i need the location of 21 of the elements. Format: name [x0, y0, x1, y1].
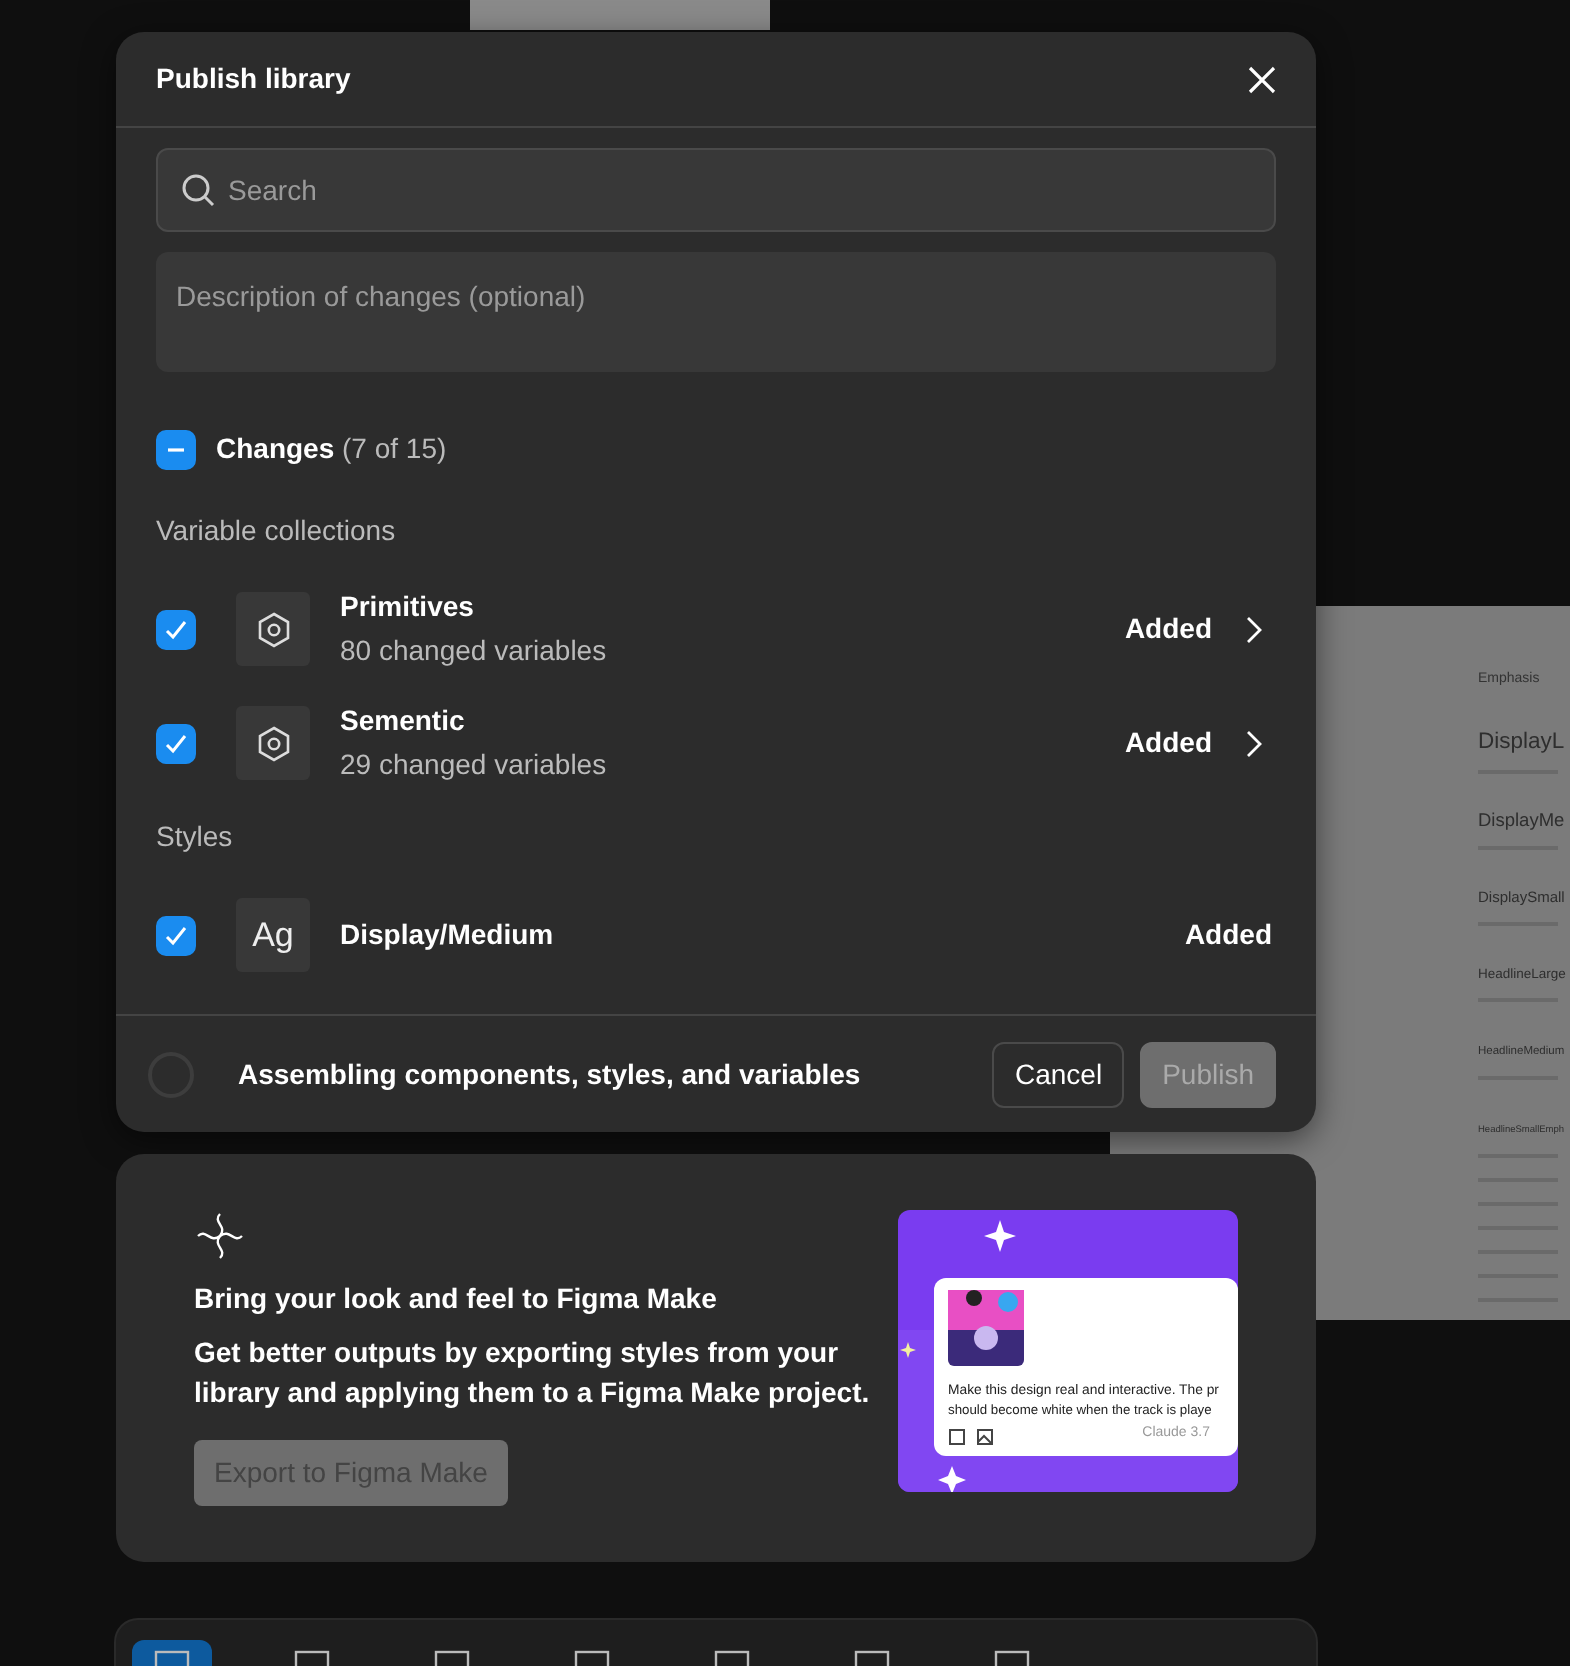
item-detail: 80 changed variables [340, 632, 607, 670]
item-name: Primitives [340, 588, 476, 626]
promo-text: Get better outputs by exporting styles from your library and applying them to a Figma Make project. [194, 1334, 872, 1412]
promo-title: Bring your look and feel to Figma Make [194, 1280, 719, 1318]
status-label: Added [1184, 916, 1272, 954]
status-label: Added [1124, 724, 1212, 762]
dialog-title: Publish library [156, 60, 351, 98]
changes-label: Changes (7 of 15) [216, 430, 447, 468]
item-name: Sementic [340, 702, 467, 740]
search-field[interactable]: Search [156, 148, 1276, 232]
style-sample: DisplayMe [1478, 811, 1565, 830]
status-label: Added [1124, 610, 1212, 648]
item-name: Display/Medium [340, 916, 554, 954]
description-field[interactable]: Description of changes (optional) [156, 252, 1276, 372]
status-text: Assembling components, styles, and variables [238, 1055, 861, 1094]
item-detail: 29 changed variables [340, 746, 607, 784]
section-heading: Variable collections [156, 512, 398, 550]
text-style-icon: Ag [236, 898, 310, 972]
style-sample: DisplayL [1478, 731, 1565, 754]
footer-button[interactable]: Cancel [992, 1041, 1125, 1107]
section-heading: Styles [156, 818, 235, 856]
